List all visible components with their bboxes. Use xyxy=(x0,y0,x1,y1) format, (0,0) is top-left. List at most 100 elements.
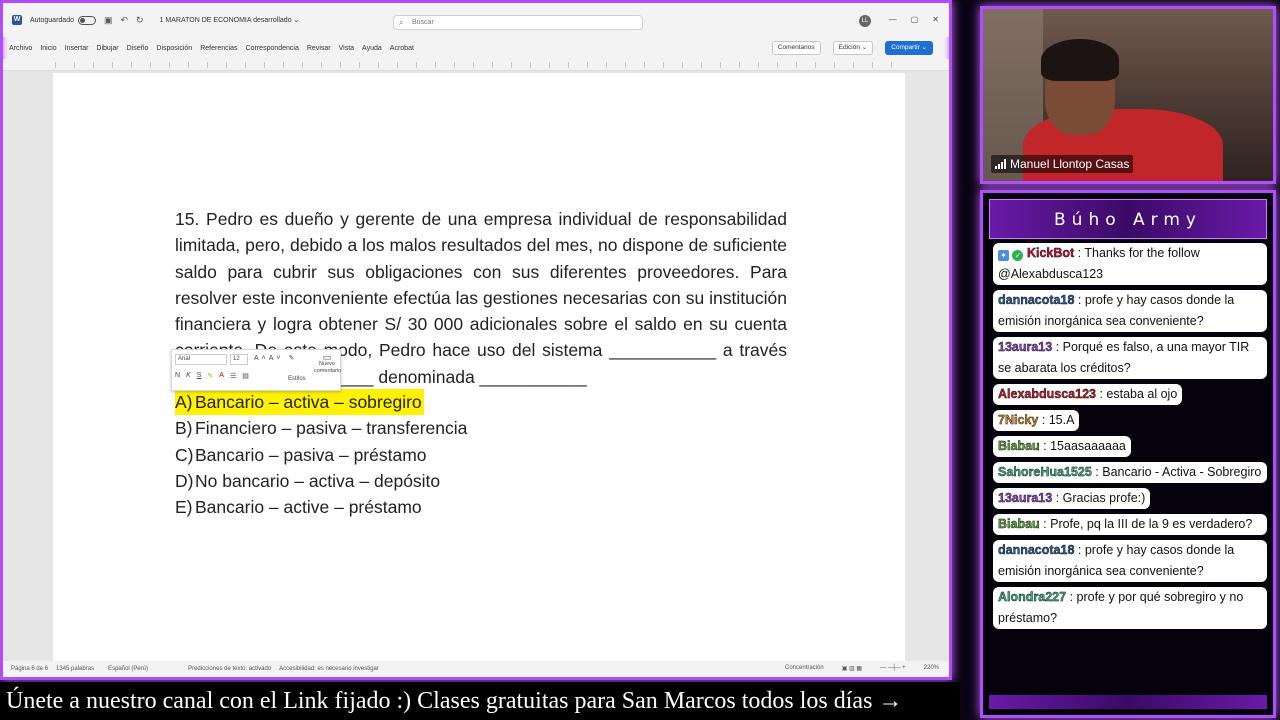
tab-disposicion[interactable]: Disposición xyxy=(156,45,192,52)
chat-footer xyxy=(989,695,1267,709)
save-icon[interactable]: ▣ xyxy=(104,15,113,26)
chat-text: : 15.A xyxy=(1038,413,1075,427)
tab-archivo[interactable]: Archivo xyxy=(9,45,32,52)
format-buttons: N K S ✎ A ☰ ▤ xyxy=(175,372,249,380)
tab-vista[interactable]: Vista xyxy=(339,45,354,52)
font-select[interactable]: Arial xyxy=(175,354,227,365)
minimize-icon[interactable]: — xyxy=(889,15,897,24)
status-bar: Página 6 de 6 1345 palabras Español (Per… xyxy=(3,661,949,677)
chat-text: : Bancario - Activa - Sobregiro xyxy=(1091,465,1262,479)
new-comment-button[interactable]: ▭ Nuevo comentario xyxy=(314,352,342,375)
chat-message: 13aura13 : Porqué es falso, a una mayor … xyxy=(993,337,1267,379)
avatar[interactable]: LL xyxy=(859,15,871,27)
chat-username[interactable]: 13aura13 xyxy=(998,491,1053,505)
page-count[interactable]: Página 6 de 6 xyxy=(11,666,48,672)
zoom-slider[interactable]: — ─┼─ + xyxy=(880,665,906,672)
ruler[interactable] xyxy=(3,59,949,71)
document-page[interactable]: 15. Pedro es dueño y gerente de una empr… xyxy=(53,73,905,661)
bullets-icon[interactable]: ☰ xyxy=(230,372,236,380)
chat-message: 7Nicky : 15.A xyxy=(993,410,1080,431)
chat-username[interactable]: Alexabdusca123 xyxy=(998,387,1096,401)
tab-dibujar[interactable]: Dibujar xyxy=(96,45,118,52)
chat-username[interactable]: SahoreHua1525 xyxy=(998,465,1092,479)
view-buttons[interactable]: ▣ ▥ ▦ xyxy=(842,665,862,672)
close-icon[interactable]: ✕ xyxy=(932,15,939,24)
font-color-icon[interactable]: A xyxy=(219,372,224,380)
tab-referencias[interactable]: Referencias xyxy=(200,45,237,52)
bold-icon[interactable]: N xyxy=(175,372,180,380)
tab-acrobat[interactable]: Acrobat xyxy=(390,45,414,52)
ribbon-actions: Comentarios Edición ⌄ Compartir ⌄ xyxy=(771,41,941,55)
comments-button[interactable]: Comentarios xyxy=(771,41,821,55)
chat-text: : Profe, pq la III de la 9 es verdadero? xyxy=(1039,517,1253,531)
document-title[interactable]: 1 MARATON DE ECONOMIA desarrollado ⌄ xyxy=(160,16,300,24)
tab-correspondencia[interactable]: Correspondencia xyxy=(246,45,299,52)
chat-text: : Gracias profe:) xyxy=(1052,491,1146,505)
chat-username[interactable]: Biabau xyxy=(998,517,1040,531)
comment-icon: ▭ xyxy=(322,352,332,362)
chat-text: : 15aasaaaaaa xyxy=(1039,439,1126,453)
paragraph-icon[interactable]: ▤ xyxy=(242,372,249,380)
bot-badge-icon: ✦ xyxy=(998,250,1009,261)
search-placeholder: Buscar xyxy=(412,19,434,26)
option-a[interactable]: A) Bancario – activa – sobregiro xyxy=(175,389,424,416)
tab-insertar[interactable]: Insertar xyxy=(65,45,89,52)
maximize-icon[interactable]: ▢ xyxy=(911,15,919,24)
redo-icon[interactable]: ↻ xyxy=(136,15,144,26)
chat-username[interactable]: dannacota18 xyxy=(998,543,1075,557)
editing-button[interactable]: Edición ⌄ xyxy=(832,41,874,55)
option-c[interactable]: C) Bancario – pasiva – préstamo xyxy=(175,442,467,468)
focus-mode-button[interactable]: Concentración xyxy=(785,665,824,672)
search-input[interactable]: ⌕ Buscar xyxy=(393,15,643,30)
status-right: Concentración ▣ ▥ ▦ — ─┼─ + 220% xyxy=(777,665,939,672)
chat-message: Alondra227 : profe y por qué sobregiro y… xyxy=(993,587,1267,629)
tab-inicio[interactable]: Inicio xyxy=(40,45,56,52)
underline-icon[interactable]: S xyxy=(197,372,202,380)
word-window: W Autoguardado ▣ ↶ ↻ 1 MARATON DE ECONOM… xyxy=(0,0,952,680)
styles-button[interactable]: Estilos xyxy=(288,376,306,382)
new-comment-label: Nuevo comentario xyxy=(314,361,342,374)
chat-username[interactable]: dannacota18 xyxy=(998,293,1075,307)
tab-revisar[interactable]: Revisar xyxy=(307,45,331,52)
autosave-toggle[interactable] xyxy=(77,15,96,25)
option-e[interactable]: E) Bancario – active – préstamo xyxy=(175,494,467,520)
text-predictions-status[interactable]: Predicciones de texto: activado xyxy=(188,666,271,672)
option-b[interactable]: B) Financiero – pasiva – transferencia xyxy=(175,415,467,441)
share-button[interactable]: Compartir ⌄ xyxy=(885,41,933,55)
chat-messages: ✦ ✓ KickBot : Thanks for the follow @Ale… xyxy=(993,243,1269,634)
signal-icon xyxy=(995,159,1006,169)
webcam-feed: Manuel Llontop Casas xyxy=(980,6,1276,184)
tab-diseno[interactable]: Diseño xyxy=(127,45,149,52)
chat-username[interactable]: 7Nicky xyxy=(998,413,1039,427)
search-icon: ⌕ xyxy=(399,18,404,27)
chat-username[interactable]: Alondra227 xyxy=(998,590,1066,604)
promo-banner: Únete a nuestro canal con el Link fijado… xyxy=(0,682,960,720)
document-canvas: 15. Pedro es dueño y gerente de una empr… xyxy=(3,71,949,661)
language-status[interactable]: Español (Perú) xyxy=(108,666,148,672)
tab-ayuda[interactable]: Ayuda xyxy=(362,45,382,52)
autosave-label: Autoguardado xyxy=(30,16,74,24)
ribbon-tabs: Archivo Inicio Insertar Dibujar Diseño D… xyxy=(3,39,949,57)
word-logo-icon: W xyxy=(12,15,22,25)
font-size-select[interactable]: 12 xyxy=(230,354,248,365)
chat-username[interactable]: 13aura13 xyxy=(998,340,1053,354)
chat-message: dannacota18 : profe y hay casos donde la… xyxy=(993,290,1267,332)
chat-text: : estaba al ojo xyxy=(1095,387,1178,401)
chat-message: Biabau : Profe, pq la III de la 9 es ver… xyxy=(993,514,1267,535)
word-count[interactable]: 1345 palabras xyxy=(56,666,94,672)
chat-title: Búho Army xyxy=(989,199,1267,239)
accessibility-status[interactable]: Accesibilidad: es necesario investigar xyxy=(279,666,379,672)
option-d[interactable]: D) No bancario – activa – depósito xyxy=(175,468,467,494)
chat-username[interactable]: KickBot xyxy=(1027,246,1075,260)
chat-message: dannacota18 : profe y hay casos donde la… xyxy=(993,540,1267,582)
undo-icon[interactable]: ↶ xyxy=(121,15,129,26)
highlight-icon[interactable]: ✎ xyxy=(207,372,213,380)
zoom-level[interactable]: 220% xyxy=(924,665,939,672)
grow-shrink-font-icons[interactable]: A˄A˅ ✎ xyxy=(254,354,297,362)
stream-layout: W Autoguardado ▣ ↶ ↻ 1 MARATON DE ECONOM… xyxy=(0,0,1280,720)
chat-message: ✦ ✓ KickBot : Thanks for the follow @Ale… xyxy=(993,243,1267,285)
title-bar: W Autoguardado ▣ ↶ ↻ 1 MARATON DE ECONOM… xyxy=(3,3,949,37)
chat-username[interactable]: Biabau xyxy=(998,439,1040,453)
italic-icon[interactable]: K xyxy=(186,372,191,380)
presenter-name: Manuel Llontop Casas xyxy=(1010,157,1130,171)
